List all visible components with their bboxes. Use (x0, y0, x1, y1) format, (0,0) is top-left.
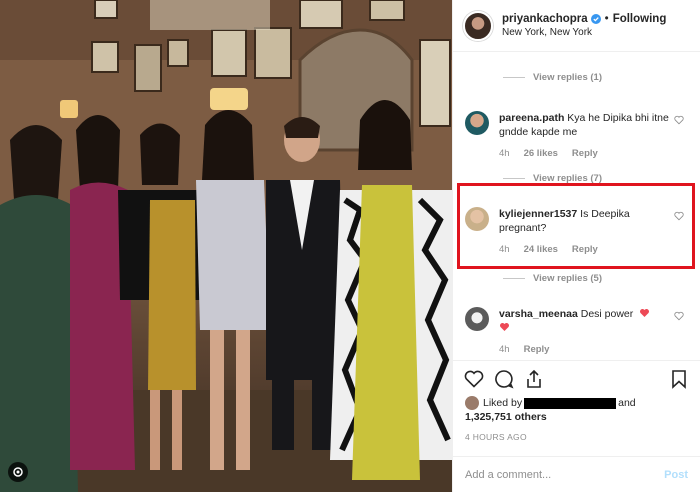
share-icon[interactable] (523, 368, 545, 390)
author-avatar[interactable] (463, 10, 493, 41)
commenter-avatar[interactable] (465, 307, 489, 331)
verified-icon (590, 13, 601, 24)
comment-time[interactable]: 4h (499, 147, 510, 161)
separator-dot: • (604, 12, 609, 25)
comment-item: pareena.path Kya he Dipika bhi itne gndd… (465, 111, 684, 161)
liker-avatar[interactable] (465, 396, 479, 410)
post-location[interactable]: New York, New York (502, 26, 666, 40)
comment-like-icon[interactable] (674, 115, 684, 125)
add-comment-bar: Post (453, 456, 700, 492)
likes-summary: Liked by and 1,325,751 others (465, 396, 690, 424)
comment-icon[interactable] (493, 368, 515, 390)
author-username[interactable]: priyankachopra (502, 12, 588, 26)
likes-count[interactable]: 1,325,751 others (465, 411, 547, 423)
comment-time[interactable]: 4h (499, 343, 510, 357)
reply-divider (503, 178, 525, 179)
comment-meta: 4h 26 likes Reply (499, 147, 670, 161)
view-replies-button[interactable]: View replies (1) (503, 72, 602, 83)
liked-by-suffix: and (618, 397, 636, 409)
red-heart-emoji-icon (640, 309, 650, 317)
comment-text: Desi power (580, 308, 634, 320)
reply-divider (503, 77, 525, 78)
post-header: priyankachopra • Following New York, New… (453, 0, 700, 52)
comment-like-icon[interactable] (674, 311, 684, 321)
comments-list[interactable]: View replies (1) pareena.path Kya he Dip… (453, 53, 700, 360)
view-replies-label: View replies (1) (533, 72, 602, 83)
comment-meta: 4h Reply (499, 343, 670, 357)
bookmark-icon[interactable] (668, 368, 690, 390)
post-photo[interactable] (0, 0, 452, 492)
author-info: priyankachopra • Following New York, New… (502, 12, 666, 40)
highlight-annotation-box (457, 183, 695, 269)
post-timestamp[interactable]: 4 HOURS AGO (465, 432, 527, 442)
red-heart-emoji-icon (500, 323, 509, 331)
view-replies-label: View replies (5) (533, 273, 602, 284)
comment-username[interactable]: varsha_meenaa (499, 308, 578, 320)
following-button[interactable]: Following (613, 12, 667, 26)
gallery-icon[interactable] (8, 462, 28, 482)
comment-item: varsha_meenaa Desi power 4h Reply (465, 307, 684, 357)
commenter-avatar[interactable] (465, 111, 489, 135)
liked-by-prefix: Liked by (483, 397, 523, 409)
comment-reply-button[interactable]: Reply (524, 343, 550, 357)
comment-input[interactable] (465, 468, 665, 481)
post-sidebar: priyankachopra • Following New York, New… (452, 0, 700, 492)
post-comment-button[interactable]: Post (664, 469, 688, 481)
reply-divider (503, 278, 525, 279)
party-photo-illustration (0, 0, 452, 492)
redacted-username (524, 397, 617, 409)
view-replies-button[interactable]: View replies (5) (503, 273, 602, 284)
comment-likes[interactable]: 26 likes (524, 147, 558, 161)
comment-body: varsha_meenaa Desi power 4h Reply (499, 307, 684, 357)
post-action-bar (453, 360, 700, 396)
author-row: priyankachopra • Following (502, 12, 666, 26)
comment-body: pareena.path Kya he Dipika bhi itne gndd… (499, 111, 684, 161)
comment-username[interactable]: pareena.path (499, 112, 564, 124)
heart-icon[interactable] (463, 368, 485, 390)
comment-reply-button[interactable]: Reply (572, 147, 598, 161)
liked-by-row: Liked by and (465, 396, 690, 410)
